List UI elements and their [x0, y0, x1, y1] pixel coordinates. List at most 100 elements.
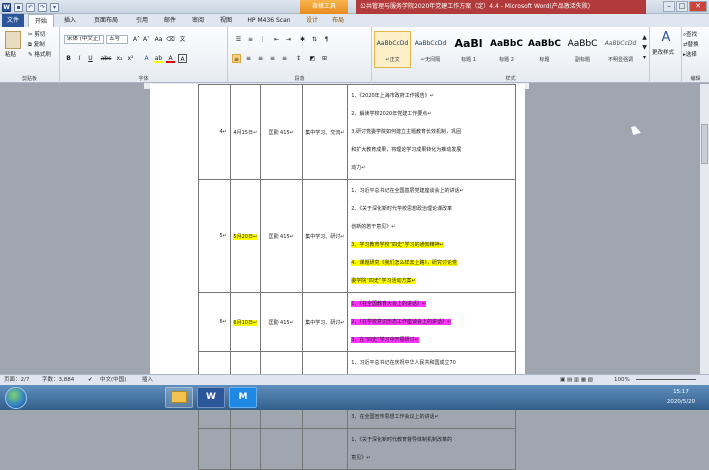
tab-references[interactable]: 引用: [130, 14, 154, 27]
tab-review[interactable]: 审阅: [186, 14, 210, 27]
italic-button[interactable]: I: [75, 54, 84, 63]
subscript-button[interactable]: x₂: [115, 54, 124, 63]
word-taskbar-icon[interactable]: W: [197, 387, 225, 408]
borders-icon[interactable]: ⊞: [320, 54, 329, 63]
distributed-icon[interactable]: ≡: [280, 54, 289, 63]
document-page[interactable]: 4↵ 4月15日↵ 匡勤 415↵ 集中学习、交流↵ 1、《2020年上海市政府工作报告…: [150, 84, 525, 470]
multilevel-list-icon[interactable]: ⋮: [258, 35, 267, 44]
bullets-icon[interactable]: ☰: [234, 35, 243, 44]
row-content[interactable]: 1、《2020年上海市政府工作报告》↵ 2、解读学校2020年党建工作要点↵ 3.研…: [347, 84, 516, 180]
style-normal[interactable]: AaBbCcDd ↵正文: [374, 31, 411, 68]
style-subtle-emphasis[interactable]: AaBbCcDd 不明显强调: [602, 31, 639, 68]
show-marks-icon[interactable]: ¶: [322, 35, 331, 44]
font-size-combo[interactable]: 五号: [106, 35, 128, 44]
sort-icon[interactable]: ⇅: [310, 35, 319, 44]
tab-mailings[interactable]: 邮件: [158, 14, 182, 27]
row-content[interactable]: 1、《在全国教育大会上的讲话》↵ 2、《在学校意识形态工作座谈会上的讲话》↵ 3、在…: [347, 292, 516, 352]
cut-button[interactable]: ✂ 剪切: [28, 31, 45, 39]
format-painter-button[interactable]: ✎ 格式刷: [28, 51, 51, 59]
numbering-icon[interactable]: ≡: [246, 35, 255, 44]
align-center-icon[interactable]: ≡: [244, 54, 253, 63]
close-button[interactable]: ✕: [689, 1, 707, 12]
tab-insert[interactable]: 插入: [58, 14, 82, 27]
row-date[interactable]: 5月20日↵: [229, 179, 261, 293]
replace-button[interactable]: ⇄替换: [683, 41, 699, 49]
align-right-icon[interactable]: ≡: [256, 54, 265, 63]
change-styles-icon[interactable]: A: [658, 30, 674, 46]
row-content[interactable]: 1、习近平总书记在全国基层党建座谈会上的讲话↵ 2、《关于深化新时代学校思想政治理…: [347, 179, 516, 293]
vertical-scrollbar[interactable]: [700, 84, 709, 374]
phonetic-guide-button[interactable]: 文: [178, 35, 187, 44]
row-form[interactable]: [301, 428, 349, 470]
shrink-font-button[interactable]: A˅: [142, 35, 151, 44]
row-form[interactable]: 集中学习、研讨↵: [301, 292, 349, 352]
tab-file[interactable]: 文件: [2, 14, 24, 27]
highlight-button[interactable]: ab: [154, 54, 163, 63]
system-clock[interactable]: 15:17 2020/5/20: [659, 387, 703, 407]
redo-icon[interactable]: ↷: [38, 2, 47, 12]
content-line-text: 1、习近平总书记在庆祝中华人民共和国成立70: [351, 360, 456, 366]
tab-view[interactable]: 视图: [214, 14, 238, 27]
style-heading-1[interactable]: AaBl 标题 1: [450, 31, 487, 68]
row-number[interactable]: 5↵: [198, 179, 231, 293]
maximize-button[interactable]: □: [676, 1, 688, 12]
style-title[interactable]: AaBbC 标题: [526, 31, 563, 68]
content-line: 1、习近平总书记在全国基层党建座谈会上的讲话↵: [351, 182, 512, 200]
align-left-icon[interactable]: ≡: [232, 54, 241, 63]
decrease-indent-icon[interactable]: ⇤: [272, 35, 281, 44]
bold-button[interactable]: B: [64, 54, 73, 63]
tab-home[interactable]: 开始: [28, 14, 54, 27]
row-date[interactable]: [229, 428, 261, 470]
row-number[interactable]: 4↵: [198, 84, 231, 180]
minimize-button[interactable]: –: [663, 1, 675, 12]
row-place[interactable]: 匡勤 415↵: [259, 179, 303, 293]
style-subtitle[interactable]: AaBbC 副标题: [564, 31, 601, 68]
row-number[interactable]: [198, 428, 231, 470]
grow-font-button[interactable]: A˄: [132, 35, 141, 44]
superscript-button[interactable]: x²: [126, 54, 135, 63]
clear-format-icon[interactable]: ⌫: [166, 35, 175, 44]
style-no-spacing[interactable]: AaBbCcDd ↵无间隔: [412, 31, 449, 68]
scroll-thumb[interactable]: [701, 124, 708, 164]
text-effects-icon[interactable]: A: [142, 54, 151, 63]
shading-icon[interactable]: ◩: [308, 54, 317, 63]
chinese-layout-icon[interactable]: ✱: [298, 35, 307, 44]
line-spacing-icon[interactable]: ↕: [294, 54, 303, 63]
paste-button[interactable]: 粘贴: [5, 51, 16, 59]
styles-scroll-icon[interactable]: ▲ ▼ ▾: [640, 33, 649, 63]
justify-icon[interactable]: ≡: [268, 54, 277, 63]
row-content[interactable]: 1、《关于深化新时代教育督导体制机制改革的 意见》↵: [347, 428, 516, 470]
file-explorer-icon[interactable]: [165, 387, 193, 408]
row-date[interactable]: 4月15日↵: [229, 84, 261, 180]
strikethrough-button[interactable]: abc: [99, 54, 113, 63]
row-number[interactable]: 6↵: [198, 292, 231, 352]
tab-hp-scan[interactable]: HP M436 Scan: [242, 14, 296, 27]
character-border-button[interactable]: A: [178, 54, 187, 63]
tab-page-layout[interactable]: 页面布局: [86, 14, 126, 27]
underline-button[interactable]: U: [86, 54, 95, 63]
customize-qat-icon[interactable]: ▾: [50, 2, 59, 12]
find-button[interactable]: ⌕查找: [683, 31, 697, 39]
undo-icon[interactable]: ↶: [26, 2, 35, 12]
word-logo-icon[interactable]: W: [2, 2, 11, 12]
font-color-button[interactable]: A: [166, 54, 175, 63]
select-button[interactable]: ▸选择: [683, 51, 697, 59]
start-button[interactable]: [5, 387, 27, 409]
increase-indent-icon[interactable]: ⇥: [284, 35, 293, 44]
row-form[interactable]: 集中学习、交流↵: [301, 84, 349, 180]
change-case-button[interactable]: Aa: [154, 35, 163, 44]
row-place[interactable]: [259, 428, 303, 470]
editing-group-label: 编辑: [690, 76, 701, 82]
save-icon[interactable]: ▪: [14, 2, 23, 12]
style-heading-2[interactable]: AaBbC 标题 2: [488, 31, 525, 68]
row-place[interactable]: 匡勤 415↵: [259, 292, 303, 352]
row-place[interactable]: 匡勤 415↵: [259, 84, 303, 180]
change-styles-button[interactable]: 更改样式: [652, 49, 674, 57]
row-date[interactable]: 6月10日↵: [229, 292, 261, 352]
app-taskbar-icon[interactable]: M: [229, 387, 257, 408]
row-form[interactable]: 集中学习、研讨↵: [301, 179, 349, 293]
copy-button[interactable]: ⧉ 复制: [28, 41, 45, 49]
tab-table-layout[interactable]: 布局: [326, 14, 350, 27]
tab-table-design[interactable]: 设计: [300, 14, 324, 27]
font-name-combo[interactable]: 宋体 (中文正): [64, 35, 104, 44]
